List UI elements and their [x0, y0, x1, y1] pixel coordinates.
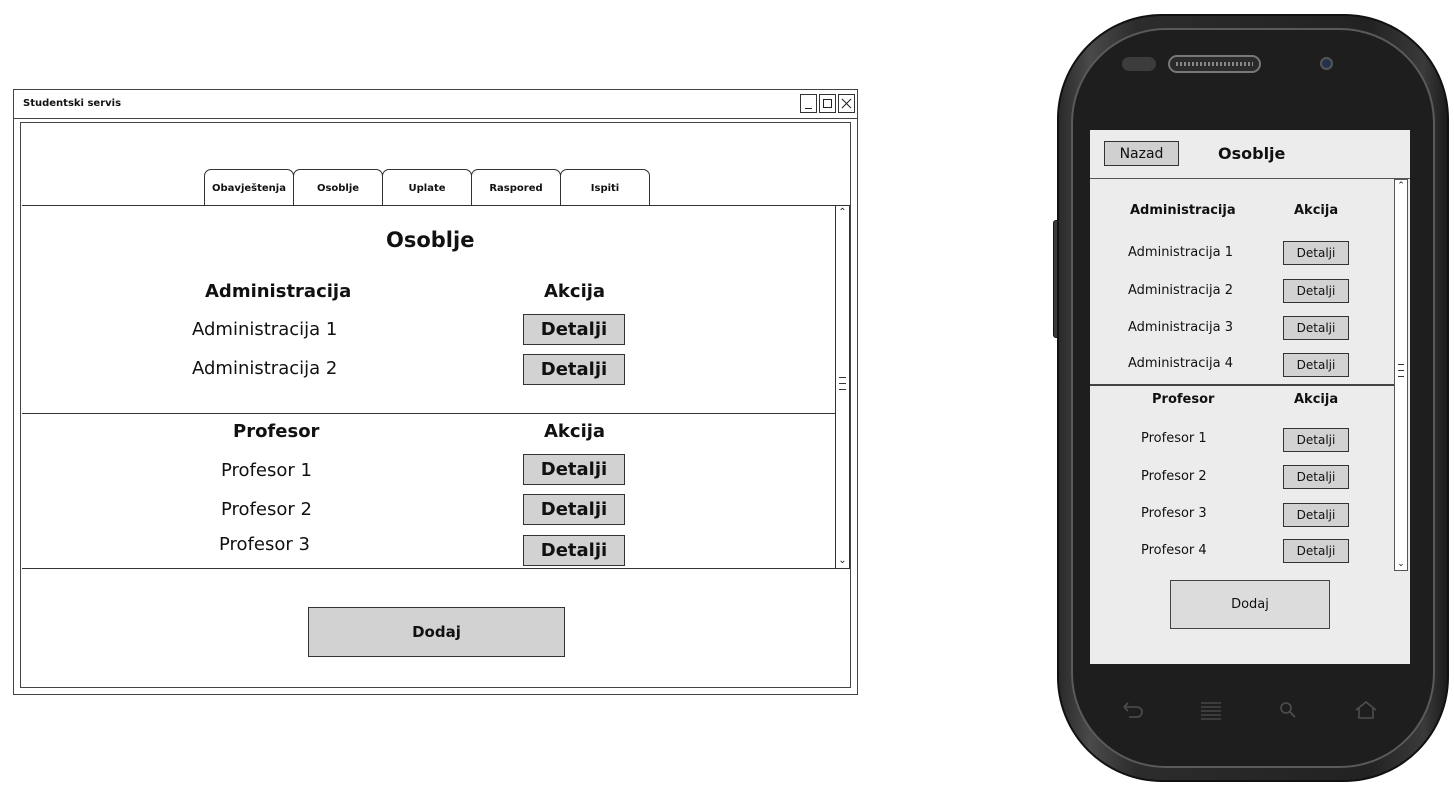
details-button[interactable]: Detalji — [523, 535, 625, 566]
professor-row-label: Profesor 2 — [1141, 469, 1207, 484]
section-divider — [1090, 384, 1394, 386]
section-divider — [22, 413, 835, 414]
admin-row-label: Administracija 1 — [1128, 245, 1233, 260]
details-button[interactable]: Detalji — [1283, 241, 1349, 265]
admin-row-label: Administracija 3 — [1128, 320, 1233, 335]
minimize-icon[interactable] — [800, 94, 817, 113]
maximize-icon[interactable] — [819, 94, 836, 113]
menu-icon[interactable] — [1199, 700, 1223, 720]
screen-title: Osoblje — [1218, 144, 1286, 163]
details-button[interactable]: Detalji — [1283, 316, 1349, 340]
admin-row-label: Administracija 2 — [1128, 283, 1233, 298]
details-button[interactable]: Detalji — [1283, 279, 1349, 303]
scroll-down-icon[interactable]: ⌄ — [836, 554, 849, 568]
tab-osoblje[interactable]: Osoblje — [293, 169, 383, 206]
window-titlebar: Studentski servis — [14, 90, 857, 119]
search-icon[interactable] — [1276, 700, 1300, 720]
details-button[interactable]: Detalji — [523, 314, 625, 345]
staff-panel: Osoblje Administracija Akcija Administra… — [22, 205, 835, 569]
add-button[interactable]: Dodaj — [308, 607, 565, 657]
window-title: Studentski servis — [23, 98, 122, 109]
action-header: Akcija — [1294, 392, 1339, 407]
page-title: Osoblje — [386, 228, 475, 252]
front-camera — [1320, 57, 1333, 70]
android-nav-bar — [1090, 680, 1410, 740]
professor-row-label: Profesor 3 — [1141, 506, 1207, 521]
details-button[interactable]: Detalji — [1283, 353, 1349, 377]
add-button[interactable]: Dodaj — [1170, 580, 1330, 629]
scroll-down-icon[interactable]: ⌄ — [1395, 558, 1407, 570]
action-header: Akcija — [1294, 203, 1339, 218]
tab-bar: Obavještenja Osoblje Uplate Raspored Isp… — [204, 169, 650, 206]
scroll-up-icon[interactable]: ⌃ — [836, 206, 849, 220]
admin-row-label: Administracija 1 — [192, 319, 338, 340]
details-button[interactable]: Detalji — [1283, 465, 1349, 489]
tab-raspored[interactable]: Raspored — [471, 169, 561, 206]
professor-row-label: Profesor 4 — [1141, 543, 1207, 558]
earpiece-speaker — [1168, 55, 1261, 73]
professor-row-label: Profesor 2 — [221, 499, 312, 520]
action-header: Akcija — [544, 421, 606, 442]
proximity-sensor — [1122, 57, 1156, 71]
window-content: Obavještenja Osoblje Uplate Raspored Isp… — [20, 122, 851, 688]
tab-uplate[interactable]: Uplate — [382, 169, 472, 206]
details-button[interactable]: Detalji — [1283, 503, 1349, 527]
details-button[interactable]: Detalji — [523, 494, 625, 525]
tab-ispiti[interactable]: Ispiti — [560, 169, 650, 206]
vertical-scrollbar[interactable]: ⌃ ⌄ — [1394, 179, 1408, 571]
scroll-grip[interactable] — [1398, 370, 1404, 371]
staff-list: Administracija Akcija Administracija 1 D… — [1090, 179, 1394, 571]
home-icon[interactable] — [1354, 700, 1378, 720]
professor-row-label: Profesor 1 — [1141, 431, 1207, 446]
back-button[interactable]: Nazad — [1104, 141, 1179, 166]
scroll-grip[interactable] — [839, 389, 846, 390]
window-controls — [800, 94, 855, 113]
professor-row-label: Profesor 1 — [221, 460, 312, 481]
phone-screen: Nazad Osoblje Administracija Akcija Admi… — [1090, 130, 1410, 664]
scroll-up-icon[interactable]: ⌃ — [1395, 180, 1407, 192]
details-button[interactable]: Detalji — [523, 454, 625, 485]
details-button[interactable]: Detalji — [1283, 539, 1349, 563]
professor-header: Profesor — [1152, 392, 1215, 407]
details-button[interactable]: Detalji — [523, 354, 625, 385]
scroll-grip[interactable] — [1398, 364, 1404, 365]
back-icon[interactable] — [1121, 700, 1145, 720]
tab-obavjestenja[interactable]: Obavještenja — [204, 169, 294, 206]
desktop-window: Studentski servis Obavještenja Osoblje U… — [13, 89, 858, 695]
professor-header: Profesor — [233, 421, 320, 442]
admin-row-label: Administracija 2 — [192, 358, 338, 379]
vertical-scrollbar[interactable]: ⌃ ⌄ — [835, 205, 850, 569]
professor-row-label: Profesor 3 — [219, 534, 310, 555]
scroll-grip[interactable] — [1398, 376, 1404, 377]
administration-header: Administracija — [1130, 203, 1236, 218]
scroll-grip[interactable] — [839, 383, 846, 384]
administration-header: Administracija — [205, 281, 352, 302]
admin-row-label: Administracija 4 — [1128, 356, 1233, 371]
details-button[interactable]: Detalji — [1283, 428, 1349, 452]
close-icon[interactable] — [838, 94, 855, 113]
scroll-grip[interactable] — [839, 377, 846, 378]
action-header: Akcija — [544, 281, 606, 302]
